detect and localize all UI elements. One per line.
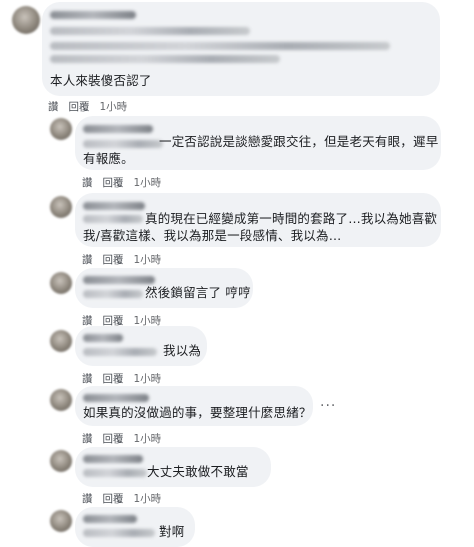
blurred-author-name[interactable] [83, 125, 153, 133]
comment-text: 本人來裝傻否認了 [50, 73, 152, 88]
like-button[interactable]: 讚 [82, 491, 93, 506]
comment-text-line-1: 真的現在已經變成第一時間的套路了…我以為她喜歡 [145, 211, 438, 226]
avatar[interactable] [50, 118, 72, 140]
like-button[interactable]: 讚 [82, 175, 93, 190]
like-button[interactable]: 讚 [82, 431, 93, 446]
comment-bubble: 如果真的沒做過的事，要整理什麼思緒？ [75, 386, 313, 426]
like-button[interactable]: 讚 [48, 99, 59, 114]
timestamp[interactable]: 1小時 [134, 313, 162, 328]
avatar[interactable] [12, 6, 40, 34]
avatar[interactable] [50, 196, 72, 218]
reply-button[interactable]: 回覆 [103, 431, 124, 446]
comment-text: 我以為 [163, 343, 202, 358]
comment-bubble: 一定否認說是談戀愛跟交往，但是老天有眼，遲早 有報應。 [75, 116, 441, 170]
blurred-author-name[interactable] [83, 455, 143, 463]
blurred-text [83, 529, 155, 537]
timestamp[interactable]: 1小時 [134, 252, 162, 267]
avatar[interactable] [50, 272, 72, 294]
blurred-text [83, 290, 143, 298]
comment-bubble: 大丈夫敢做不敢當 [75, 447, 271, 487]
comment-1: 本人來裝傻否認了 讚 回覆 1小時 [0, 0, 474, 115]
like-button[interactable]: 讚 [82, 371, 93, 386]
blurred-author-name[interactable] [83, 394, 149, 402]
blurred-author-name[interactable] [83, 334, 123, 342]
comment-bubble: 本人來裝傻否認了 [42, 2, 440, 96]
timestamp[interactable]: 1小時 [134, 175, 162, 190]
avatar[interactable] [50, 510, 72, 532]
avatar[interactable] [50, 450, 72, 472]
comment-text: 對啊 [159, 524, 185, 539]
reply-button[interactable]: 回覆 [69, 99, 90, 114]
blurred-author-name[interactable] [83, 276, 155, 284]
blurred-text [50, 55, 280, 63]
blurred-text [83, 215, 143, 223]
comment-text-line-1: 一定否認說是談戀愛跟交往，但是老天有眼，遲早 [159, 134, 439, 149]
blurred-author-name[interactable] [50, 11, 136, 19]
like-button[interactable]: 讚 [82, 313, 93, 328]
blurred-text [83, 469, 147, 477]
blurred-text [50, 27, 250, 35]
avatar[interactable] [50, 330, 72, 352]
more-options-icon[interactable]: ··· [320, 398, 336, 414]
comment-text: 然後鎖留言了 哼哼 [145, 285, 251, 300]
comment-actions: 讚 回覆 1小時 [82, 371, 161, 386]
reply-button[interactable]: 回覆 [103, 175, 124, 190]
blurred-author-name[interactable] [83, 515, 137, 523]
reply-button[interactable]: 回覆 [103, 491, 124, 506]
comment-text: 如果真的沒做過的事，要整理什麼思緒？ [83, 405, 312, 420]
comment-actions: 讚 回覆 1小時 [82, 175, 161, 190]
comment-bubble: 對啊 [75, 507, 195, 547]
blurred-text [83, 348, 157, 356]
comment-actions: 讚 回覆 1小時 [48, 99, 127, 114]
blurred-author-name[interactable] [83, 202, 145, 210]
timestamp[interactable]: 1小時 [134, 371, 162, 386]
comment-bubble: 真的現在已經變成第一時間的套路了…我以為她喜歡 我/喜歡這樣、我以為那是一段感情… [75, 193, 441, 247]
reply-button[interactable]: 回覆 [103, 252, 124, 267]
timestamp[interactable]: 1小時 [134, 431, 162, 446]
comment-actions: 讚 回覆 1小時 [82, 252, 161, 267]
comment-text-line-2: 有報應。 [83, 151, 134, 166]
comment-actions: 讚 回覆 1小時 [82, 491, 161, 506]
comment-text: 大丈夫敢做不敢當 [147, 464, 249, 479]
comment-actions: 讚 回覆 1小時 [82, 313, 161, 328]
blurred-text [83, 140, 163, 148]
comment-text-line-2: 我/喜歡這樣、我以為那是一段感情、我以為… [83, 228, 342, 243]
comment-bubble: 然後鎖留言了 哼哼 [75, 268, 253, 308]
blurred-text [50, 42, 390, 50]
avatar[interactable] [50, 389, 72, 411]
comment-actions: 讚 回覆 1小時 [82, 431, 161, 446]
comment-bubble: 我以為 [75, 326, 207, 366]
timestamp[interactable]: 1小時 [134, 491, 162, 506]
reply-button[interactable]: 回覆 [103, 371, 124, 386]
reply-button[interactable]: 回覆 [103, 313, 124, 328]
timestamp[interactable]: 1小時 [100, 99, 128, 114]
like-button[interactable]: 讚 [82, 252, 93, 267]
